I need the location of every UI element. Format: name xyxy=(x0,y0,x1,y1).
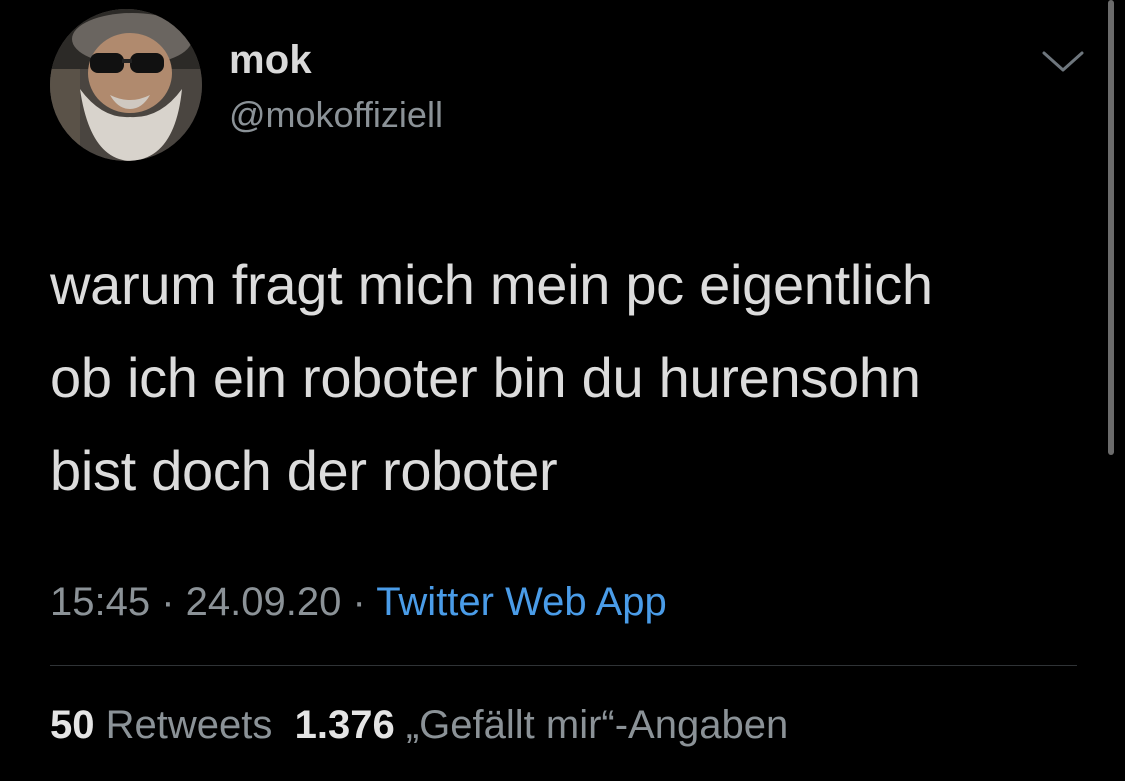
likes-count: 1.376 xyxy=(294,703,395,747)
retweets-stat[interactable]: 50 Retweets xyxy=(50,703,272,747)
likes-label: „Gefällt mir“-Angaben xyxy=(405,703,789,747)
tweet-date[interactable]: 24.09.20 xyxy=(186,580,342,624)
retweets-label: Retweets xyxy=(105,703,273,747)
tweet-time[interactable]: 15:45 xyxy=(50,580,150,624)
avatar[interactable] xyxy=(50,9,202,161)
chevron-down-icon[interactable] xyxy=(1040,48,1086,76)
tweet-stats: 50 Retweets 1.376 „Gefällt mir“-Angaben xyxy=(50,703,788,748)
tweet-text-line: bist doch der roboter xyxy=(50,439,558,502)
scrollbar[interactable] xyxy=(1108,0,1114,455)
tweet-text-line: warum fragt mich mein pc eigentlich xyxy=(50,253,933,316)
divider xyxy=(50,665,1077,666)
avatar-image xyxy=(50,9,202,161)
tweet-text-line: ob ich ein roboter bin du hurensohn xyxy=(50,346,921,409)
retweets-count: 50 xyxy=(50,703,95,747)
display-name[interactable]: mok xyxy=(229,38,312,83)
tweet: mok @mokoffiziell warum fragt mich mein … xyxy=(0,0,1125,781)
user-handle[interactable]: @mokoffiziell xyxy=(229,94,443,136)
tweet-meta: 15:45 · 24.09.20 · Twitter Web App xyxy=(50,580,667,625)
meta-separator: · xyxy=(150,580,186,624)
tweet-text: warum fragt mich mein pc eigentlich ob i… xyxy=(50,238,1080,517)
meta-separator: · xyxy=(341,580,377,624)
likes-stat[interactable]: 1.376 „Gefällt mir“-Angaben xyxy=(295,703,789,747)
tweet-source-link[interactable]: Twitter Web App xyxy=(376,580,667,624)
